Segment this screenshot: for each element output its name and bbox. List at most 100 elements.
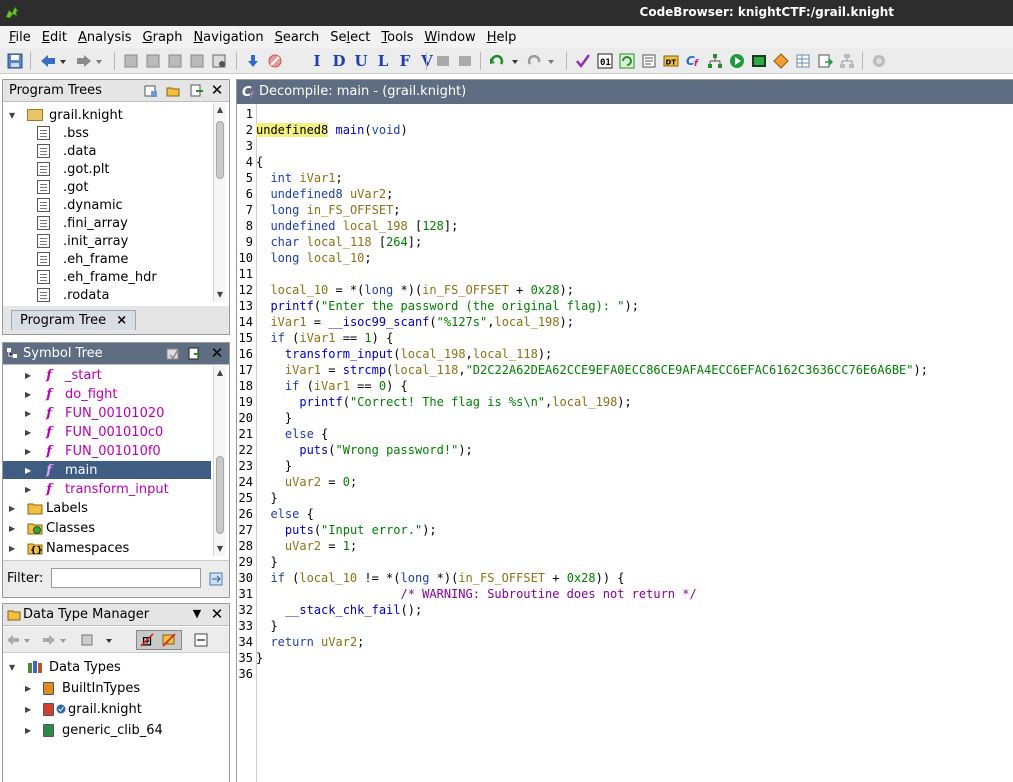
data-type-icon[interactable]: DT [662,52,680,70]
redo-icon[interactable] [524,52,556,70]
symbol-function-row[interactable]: ▶ f FUN_001010f0 [3,442,211,460]
bookmark-delete-icon[interactable] [434,52,452,70]
code-line[interactable]: 32 __stack_chk_fail(); [237,602,1013,618]
filter-arrays-icon[interactable]: ⊞ [139,632,155,648]
stop-icon[interactable] [266,52,284,70]
nav-function-icon[interactable] [210,52,228,70]
symbol-category-labels[interactable]: ▶ Labels [9,499,88,517]
menu-item-analysis[interactable]: Analysis [75,30,135,45]
scroll-down-icon[interactable]: ▼ [215,544,225,554]
symbol-function-row[interactable]: ▶ f do_fight [3,385,211,403]
filter-pointers-icon[interactable] [161,632,177,648]
expand-icon[interactable]: ▶ [25,466,35,475]
nav-f-letter-icon[interactable]: F [396,52,414,70]
code-line[interactable]: 15 if (iVar1 == 1) { [237,330,1013,346]
tree-section-row[interactable]: .init_array [37,232,128,250]
data-type-archive-row[interactable]: ▶ BuiltInTypes [25,679,140,697]
symbol-copy-icon[interactable] [187,346,203,362]
scroll-up-icon[interactable]: ▲ [215,368,225,378]
tree-section-row[interactable]: .bss [37,124,89,142]
run-icon[interactable] [728,52,746,70]
code-line[interactable]: 35} [237,650,1013,666]
code-line[interactable]: 33 } [237,618,1013,634]
symbol-function-row[interactable]: ▶ f FUN_001010c0 [3,423,211,441]
code-line[interactable]: 20 } [237,410,1013,426]
symbol-tree-scrollbar[interactable]: ▲ ▼ [213,366,225,556]
code-line[interactable]: 6 undefined8 uVar2; [237,186,1013,202]
debugger-icon[interactable] [870,52,888,70]
expand-icon[interactable]: ▶ [25,371,35,380]
nav-l-letter-icon[interactable]: L [374,52,392,70]
filter-options-icon[interactable] [208,571,224,587]
call-tree-icon[interactable] [706,52,724,70]
code-line[interactable]: 5 int iVar1; [237,170,1013,186]
code-line[interactable]: 31 /* WARNING: Subroutine does not retur… [237,586,1013,602]
expand-icon[interactable]: ▶ [25,705,35,714]
menu-item-edit[interactable]: Edit [39,30,70,45]
dtm-collapse-icon[interactable] [193,632,209,648]
down-arrow-icon[interactable] [244,52,262,70]
table-icon[interactable] [794,52,812,70]
menu-item-search[interactable]: Search [272,30,323,45]
nav-instruction-icon[interactable] [144,52,162,70]
expand-icon[interactable]: ▶ [25,447,35,456]
code-line[interactable]: 28 uVar2 = 1; [237,538,1013,554]
menu-item-tools[interactable]: Tools [378,30,416,45]
scroll-down-icon[interactable]: ▼ [215,290,225,300]
menu-item-help[interactable]: Help [484,30,520,45]
code-line[interactable]: 30 if (local_10 != *(long *)(in_FS_OFFSE… [237,570,1013,586]
code-line[interactable]: 19 printf("Correct! The flag is %s\n",lo… [237,394,1013,410]
tree-root-row[interactable]: ▼ grail.knight [9,106,123,124]
expand-icon[interactable]: ▶ [25,485,35,494]
defined-strings-icon[interactable] [640,52,658,70]
copy-tree-icon[interactable] [189,83,205,99]
code-line[interactable]: 8 undefined local_198 [128]; [237,218,1013,234]
tree-section-row[interactable]: .rodata [37,286,109,304]
undo-icon[interactable] [488,52,520,70]
symbol-function-row[interactable]: ▶ f _start [3,366,211,384]
tree-section-row[interactable]: .data [37,142,96,160]
code-line[interactable]: 9 char local_118 [264]; [237,234,1013,250]
new-tree-icon[interactable] [143,83,159,99]
data-types-root-row[interactable]: ▼ Data Types [9,658,121,676]
code-line[interactable]: 29 } [237,554,1013,570]
nav-u-letter-icon[interactable]: U [352,52,370,70]
symbol-filter-input[interactable] [51,568,201,588]
tab-close-icon[interactable]: × [116,313,127,328]
expand-icon[interactable]: ▶ [9,524,19,533]
menu-item-graph[interactable]: Graph [140,30,186,45]
code-line[interactable]: 10 long local_10; [237,250,1013,266]
code-line[interactable]: 25 } [237,490,1013,506]
data-type-archive-row[interactable]: ▶ grail.knight [25,700,142,718]
code-line[interactable]: 17 iVar1 = strcmp(local_118,"D2C22A62DEA… [237,362,1013,378]
code-line[interactable]: 22 puts("Wrong password!"); [237,442,1013,458]
menu-item-window[interactable]: Window [421,30,478,45]
symbol-category-namespaces[interactable]: ▶ {} Namespaces [9,539,129,557]
scroll-up-icon[interactable]: ▲ [215,105,225,115]
menu-item-file[interactable]: File [6,30,34,45]
code-line[interactable]: 14 iVar1 = __isoc99_scanf("%127s",local_… [237,314,1013,330]
back-arrow-icon[interactable] [38,52,68,70]
code-line[interactable]: 1 [237,106,1013,122]
expand-icon[interactable]: ▶ [9,504,19,513]
checkmark-icon[interactable] [574,52,592,70]
tree-section-row[interactable]: .eh_frame [37,250,128,268]
code-line[interactable]: 18 if (iVar1 == 0) { [237,378,1013,394]
function-graph-icon[interactable]: Cf [684,52,702,70]
code-line[interactable]: 36 [237,666,1013,682]
scroll-thumb[interactable] [216,121,224,179]
panel-menu-chevron-icon[interactable]: ▼ [189,606,205,622]
symbol-function-row[interactable]: ▶ f FUN_00101020 [3,404,211,422]
tab-program-tree[interactable]: Program Tree × [11,310,137,330]
code-line[interactable]: 21 else { [237,426,1013,442]
expand-icon[interactable]: ▶ [25,390,35,399]
forward-arrow-icon[interactable] [74,52,104,70]
code-line[interactable]: 34 return uVar2; [237,634,1013,650]
close-data-type-manager-icon[interactable]: ✕ [209,606,225,622]
tree-section-row[interactable]: .got [37,178,88,196]
listing-icon[interactable]: 01 [596,52,614,70]
code-line[interactable]: 13 printf("Enter the password (the origi… [237,298,1013,314]
code-line[interactable]: 24 uVar2 = 0; [237,474,1013,490]
menu-item-select[interactable]: Select [327,30,373,45]
data-type-archive-row[interactable]: ▶ generic_clib_64 [25,721,163,739]
